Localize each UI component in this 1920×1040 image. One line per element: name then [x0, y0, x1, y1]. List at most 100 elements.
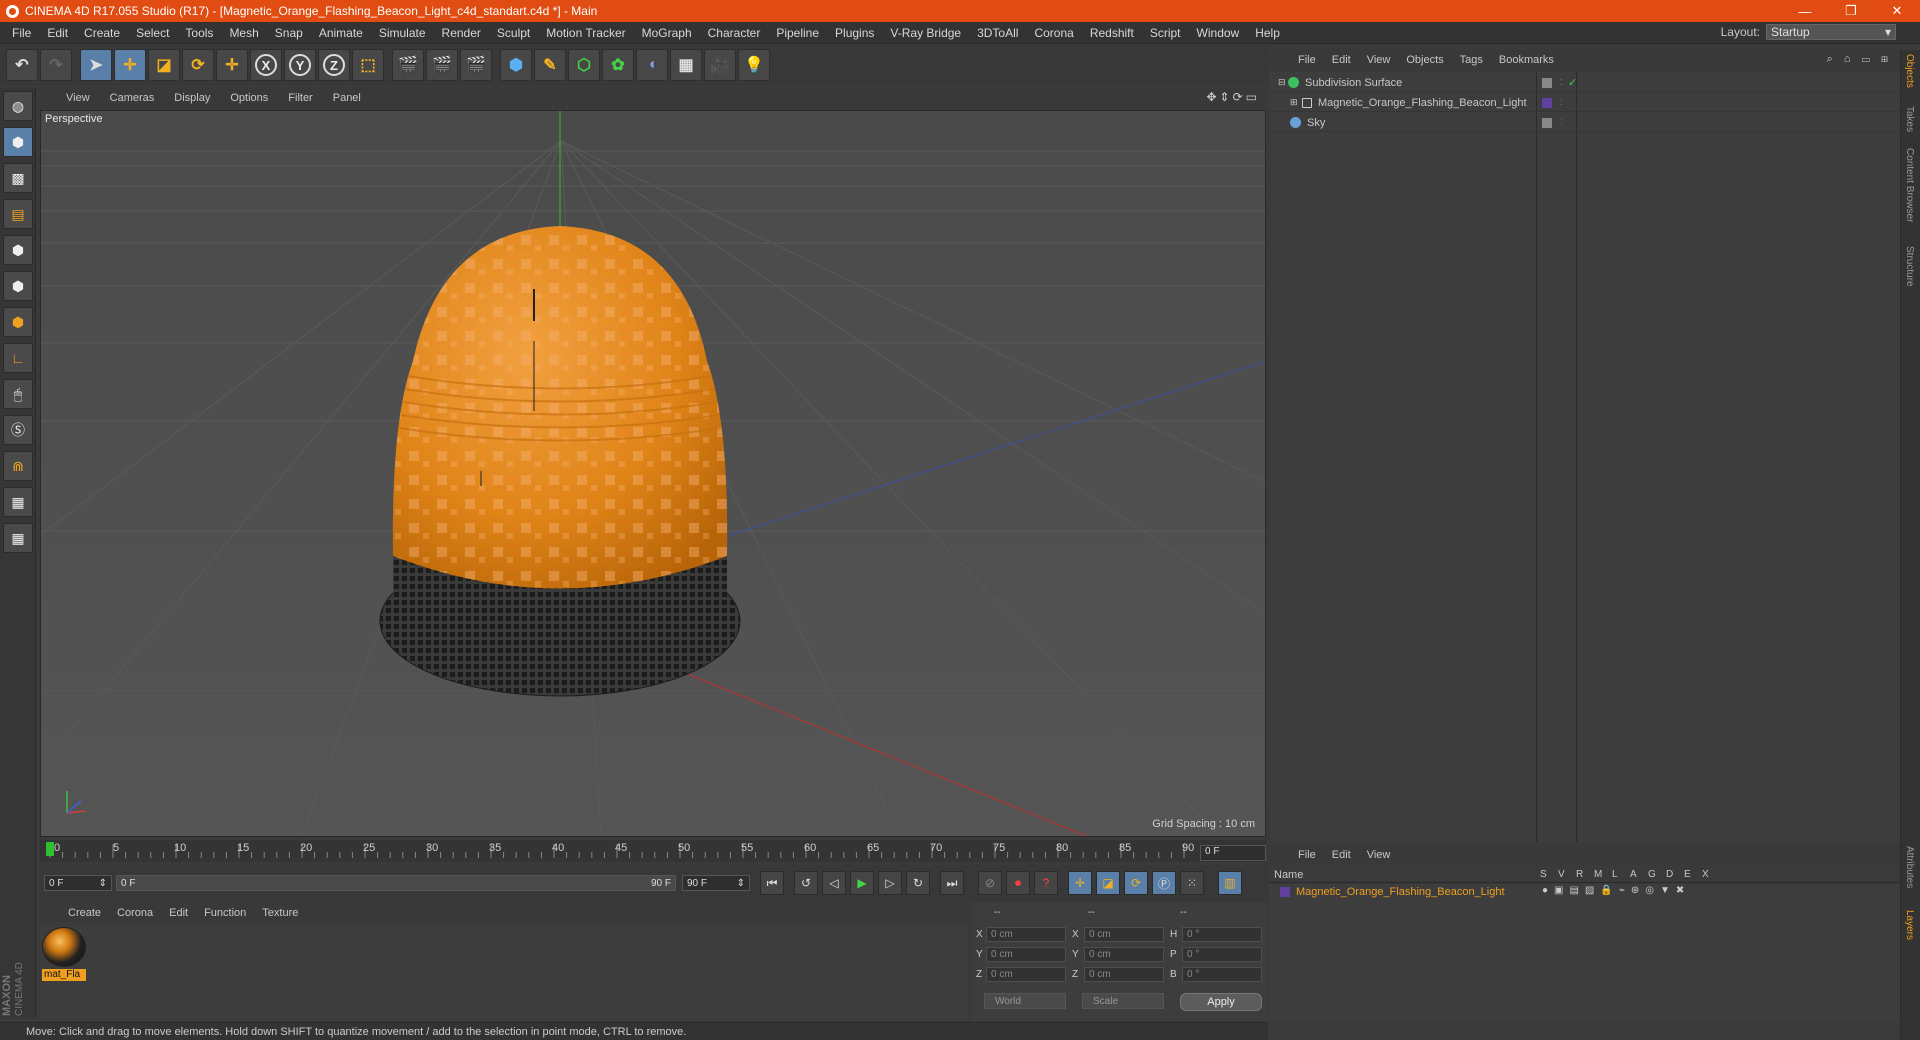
layer-menu-edit[interactable]: Edit [1324, 849, 1359, 861]
material-menu-edit[interactable]: Edit [161, 907, 196, 919]
menu-animate[interactable]: Animate [311, 26, 371, 40]
snap-button[interactable]: Ⓢ [3, 415, 33, 445]
pen-spline-button[interactable]: ✎ [534, 49, 566, 81]
menu-mograph[interactable]: MoGraph [634, 26, 700, 40]
menu-create[interactable]: Create [76, 26, 128, 40]
object-menu-tags[interactable]: Tags [1452, 54, 1491, 66]
menu-vray-bridge[interactable]: V-Ray Bridge [882, 26, 969, 40]
pos-x-field[interactable]: 0 cm [986, 927, 1066, 942]
model-mode-button[interactable]: ⬢ [3, 127, 33, 157]
visibility-dots-icon[interactable]: ⁚ [1560, 98, 1570, 108]
layer-menu-file[interactable]: File [1290, 849, 1324, 861]
object-row-subdivision-surface[interactable]: ⊟ Subdivision Surface ⁚ ✓ [1270, 74, 1900, 92]
visibility-dots-icon[interactable]: ⁚ [1560, 118, 1570, 128]
render-view-button[interactable]: 🎬 [392, 49, 424, 81]
rot-h-field[interactable]: 0 ° [1182, 927, 1262, 942]
tab-structure[interactable]: Structure [1904, 246, 1915, 287]
previous-key-button[interactable]: ↺ [794, 871, 818, 895]
menu-pipeline[interactable]: Pipeline [768, 26, 827, 40]
material-menu-create[interactable]: Create [60, 907, 109, 919]
texture-mode-button[interactable]: ▩ [3, 163, 33, 193]
material-menu-corona[interactable]: Corona [109, 907, 161, 919]
viewport-menu-options[interactable]: Options [220, 92, 278, 104]
pos-y-field[interactable]: 0 cm [986, 947, 1066, 962]
viewport-menu-panel[interactable]: Panel [323, 92, 371, 104]
undo-button[interactable]: ↶ [6, 49, 38, 81]
mograph-cloner-button[interactable]: ✿ [602, 49, 634, 81]
menu-sculpt[interactable]: Sculpt [489, 26, 538, 40]
planar-workplane-button[interactable]: ▦ [3, 523, 33, 553]
material-thumbnail[interactable] [42, 927, 86, 967]
restore-button[interactable]: ❐ [1828, 0, 1874, 22]
tab-takes[interactable]: Takes [1904, 106, 1915, 132]
size-y-field[interactable]: 0 cm [1084, 947, 1164, 962]
viewport-menu-view[interactable]: View [56, 92, 100, 104]
minimize-button[interactable]: — [1782, 0, 1828, 22]
end-frame-field[interactable]: 90 F ⇕ [682, 875, 750, 891]
edge-mode-button[interactable]: ⬢ [3, 271, 33, 301]
menu-mesh[interactable]: Mesh [221, 26, 266, 40]
object-menu-edit[interactable]: Edit [1324, 54, 1359, 66]
axis-x-button[interactable]: X [250, 49, 282, 81]
axis-z-button[interactable]: Z [318, 49, 350, 81]
keyframe-selection-button[interactable]: ? [1034, 871, 1058, 895]
viewport-menu-display[interactable]: Display [164, 92, 220, 104]
object-row-sky[interactable]: Sky ⁚ [1270, 114, 1900, 132]
autokey-button[interactable]: ⏺ [1006, 871, 1030, 895]
layer-color-swatch[interactable] [1280, 887, 1290, 897]
axis-mode-button[interactable]: ∟ [3, 343, 33, 373]
deformer-button[interactable]: ◖ [636, 49, 668, 81]
size-z-field[interactable]: 0 cm [1084, 967, 1164, 982]
tab-layers[interactable]: Layers [1904, 910, 1915, 940]
material-menu-texture[interactable]: Texture [254, 907, 306, 919]
menu-corona[interactable]: Corona [1026, 26, 1081, 40]
viewport-navigation-icons[interactable]: ✥⇕⟳▭ [1206, 90, 1260, 104]
pos-z-field[interactable]: 0 cm [986, 967, 1066, 982]
live-selection-button[interactable]: ➤ [80, 49, 112, 81]
menu-window[interactable]: Window [1189, 26, 1248, 40]
magnet-button[interactable]: ⋒ [3, 451, 33, 481]
coordinate-system-button[interactable]: ⬚ [352, 49, 384, 81]
scale-tool-button[interactable]: ◪ [148, 49, 180, 81]
move-tool-button[interactable]: ✛ [114, 49, 146, 81]
layer-toggle-icons[interactable]: ●▣▤▧🔒⌁⊛◎▼✖ [1542, 885, 1690, 896]
next-key-button[interactable]: ↻ [906, 871, 930, 895]
tab-objects[interactable]: Objects [1904, 54, 1915, 88]
play-button[interactable]: ▶ [850, 871, 874, 895]
key-rotation-button[interactable]: ⟳ [1124, 871, 1148, 895]
menu-plugins[interactable]: Plugins [827, 26, 882, 40]
menu-character[interactable]: Character [700, 26, 769, 40]
axis-y-button[interactable]: Y [284, 49, 316, 81]
light-button[interactable]: 💡 [738, 49, 770, 81]
object-menu-objects[interactable]: Objects [1398, 54, 1451, 66]
go-to-start-button[interactable]: ⏮ [760, 871, 784, 895]
render-picture-viewer-button[interactable]: 🎬 [426, 49, 458, 81]
current-frame-field[interactable]: 0 F [1200, 845, 1266, 861]
size-x-field[interactable]: 0 cm [1084, 927, 1164, 942]
tab-attributes[interactable]: Attributes [1904, 846, 1915, 888]
tab-content-browser[interactable]: Content Browser [1904, 148, 1915, 222]
menu-motion-tracker[interactable]: Motion Tracker [538, 26, 633, 40]
go-to-end-button[interactable]: ⏭ [940, 871, 964, 895]
timeline-window-button[interactable]: ▥ [1218, 871, 1242, 895]
menu-script[interactable]: Script [1142, 26, 1189, 40]
object-manager-tools-icons[interactable]: ⌕ ⌂ ▭ ⊞ [1827, 53, 1892, 66]
layer-row[interactable]: Magnetic_Orange_Flashing_Beacon_Light ●▣… [1270, 884, 1900, 900]
menu-select[interactable]: Select [128, 26, 177, 40]
key-scale-button[interactable]: ◪ [1096, 871, 1120, 895]
rot-p-field[interactable]: 0 ° [1182, 947, 1262, 962]
key-position-button[interactable]: ✛ [1068, 871, 1092, 895]
menu-render[interactable]: Render [434, 26, 489, 40]
previous-frame-button[interactable]: ◁ [822, 871, 846, 895]
coord-mode-dropdown[interactable]: World [984, 993, 1066, 1009]
redo-button[interactable]: ↷ [40, 49, 72, 81]
cube-object-button[interactable]: ⬢ [500, 49, 532, 81]
render-settings-button[interactable]: 🎬 [460, 49, 492, 81]
menu-snap[interactable]: Snap [267, 26, 311, 40]
material-menu-function[interactable]: Function [196, 907, 254, 919]
perspective-viewport[interactable]: Perspective Grid Spacing : 10 cm [40, 110, 1266, 837]
tweak-mode-button[interactable]: 🖱 [3, 379, 33, 409]
viewport-menu-filter[interactable]: Filter [278, 92, 322, 104]
expand-icon[interactable]: ⊞ [1290, 97, 1302, 108]
workplane-mode-button[interactable]: ▤ [3, 199, 33, 229]
